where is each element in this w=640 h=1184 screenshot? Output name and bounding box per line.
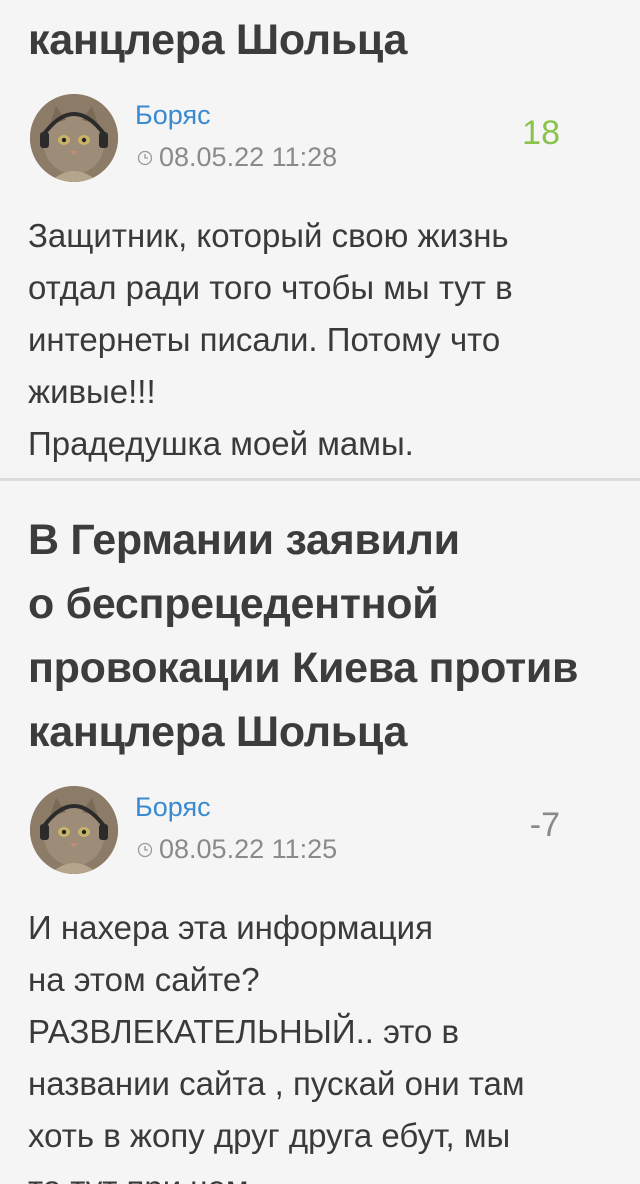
clock-icon (137, 842, 153, 857)
cat-avatar-icon (30, 94, 118, 182)
comment-feed: провокации Киева против канцлера Шольца (0, 0, 640, 1184)
feed-item: провокации Киева против канцлера Шольца (0, 0, 640, 470)
clock-icon (137, 150, 153, 165)
comment-text: Защитник, который свою жизнь отдал ради … (28, 217, 513, 462)
cat-avatar-icon (30, 786, 118, 874)
comment-date-text: 08.05.22 11:25 (159, 834, 338, 864)
comment-header: Боряс 08.05.22 11:28 18 (28, 92, 612, 192)
avatar[interactable] (30, 786, 118, 874)
comment-author-link[interactable]: Боряс (135, 792, 211, 823)
avatar[interactable] (30, 94, 118, 182)
comment-header: Боряс 08.05.22 11:25 -7 (28, 784, 612, 884)
comment-date: 08.05.22 11:28 (137, 142, 337, 173)
comment-rating: -7 (529, 806, 560, 844)
feed-item: В Германии заявили о беспрецедентной про… (0, 480, 640, 1184)
article-title-link[interactable]: провокации Киева против канцлера Шольца (28, 0, 612, 72)
article-title-link[interactable]: В Германии заявили о беспрецедентной про… (28, 480, 612, 764)
comment-date: 08.05.22 11:25 (137, 834, 337, 865)
comment-date-text: 08.05.22 11:28 (159, 142, 338, 172)
comment-author-link[interactable]: Боряс (135, 100, 211, 131)
comment-text: И нахера эта информация на этом сайте? Р… (28, 909, 525, 1184)
comment-rating: 18 (522, 114, 560, 152)
